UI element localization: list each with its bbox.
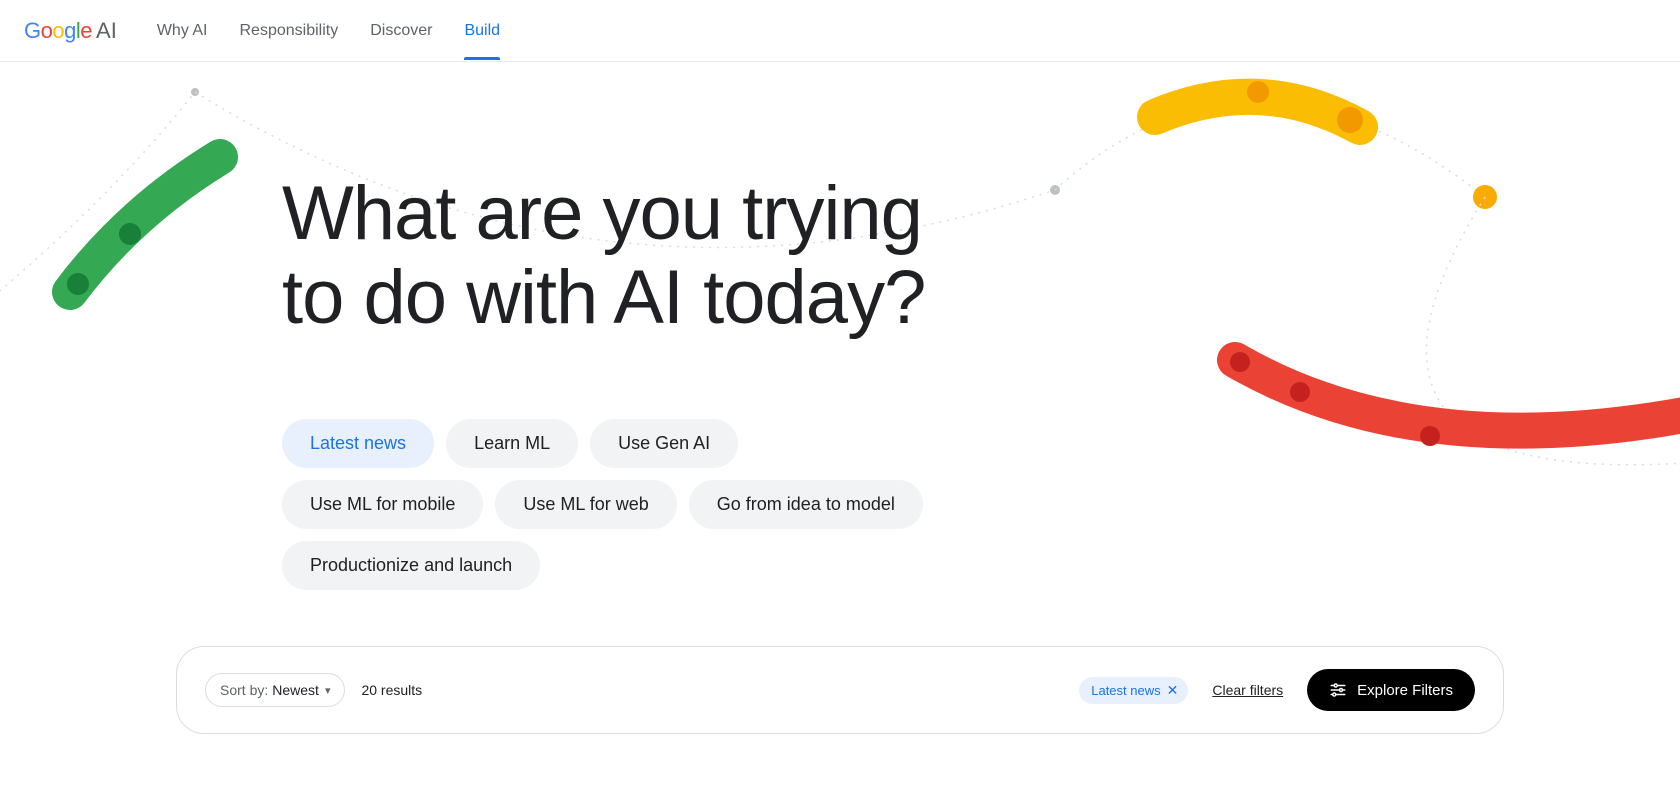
pill-learn-ml[interactable]: Learn ML	[446, 419, 578, 468]
nav-why-ai[interactable]: Why AI	[157, 2, 208, 60]
logo-google: Google	[24, 18, 92, 44]
sort-label: Sort by:	[220, 682, 268, 698]
hero-section: What are you trying to do with AI today?…	[0, 62, 950, 590]
pill-productionize[interactable]: Productionize and launch	[282, 541, 540, 590]
pill-use-ml-web[interactable]: Use ML for web	[495, 480, 676, 529]
filter-chip-label: Latest news	[1091, 683, 1160, 698]
sort-dropdown[interactable]: Sort by: Newest ▾	[205, 673, 345, 707]
sort-value: Newest	[272, 682, 319, 698]
clear-filters-link[interactable]: Clear filters	[1212, 682, 1283, 698]
primary-nav: Why AI Responsibility Discover Build	[157, 2, 500, 60]
chevron-down-icon: ▾	[325, 684, 331, 697]
logo[interactable]: Google AI	[24, 18, 117, 44]
pill-use-gen-ai[interactable]: Use Gen AI	[590, 419, 738, 468]
close-icon[interactable]: ✕	[1167, 683, 1179, 697]
pill-idea-to-model[interactable]: Go from idea to model	[689, 480, 923, 529]
active-filter-chip[interactable]: Latest news ✕	[1079, 677, 1188, 704]
results-count: 20 results	[361, 682, 422, 698]
nav-build[interactable]: Build	[464, 2, 500, 60]
results-bar: Sort by: Newest ▾ 20 results Latest news…	[176, 646, 1504, 734]
nav-discover[interactable]: Discover	[370, 2, 432, 60]
explore-filters-label: Explore Filters	[1357, 682, 1453, 699]
explore-filters-button[interactable]: Explore Filters	[1307, 669, 1475, 711]
tune-icon	[1329, 681, 1347, 699]
filter-pills: Latest news Learn ML Use Gen AI Use ML f…	[282, 419, 950, 590]
nav-responsibility[interactable]: Responsibility	[240, 2, 339, 60]
pill-use-ml-mobile[interactable]: Use ML for mobile	[282, 480, 483, 529]
pill-latest-news[interactable]: Latest news	[282, 419, 434, 468]
site-header: Google AI Why AI Responsibility Discover…	[0, 0, 1680, 62]
logo-suffix: AI	[96, 18, 117, 44]
hero-title: What are you trying to do with AI today?	[282, 172, 950, 339]
